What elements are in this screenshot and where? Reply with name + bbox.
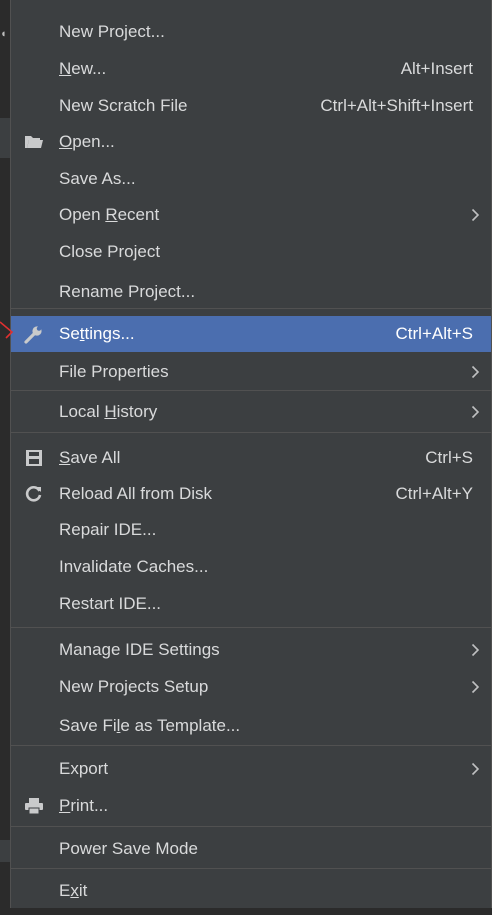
shortcut-hint: Ctrl+S <box>425 448 473 467</box>
menu-item-label: Save File as Template... <box>59 716 241 735</box>
chevron-right-icon <box>469 365 481 379</box>
menu-separator <box>11 868 491 869</box>
menu-item-restart-ide[interactable]: Restart IDE... <box>11 586 491 622</box>
menu-item-label: Open... <box>59 132 115 151</box>
menu-item-label: Power Save Mode <box>59 839 198 858</box>
shortcut-hint: Alt+Insert <box>400 59 473 78</box>
menu-item-file-properties[interactable]: File Properties <box>11 354 491 390</box>
menu-item-repair-ide[interactable]: Repair IDE... <box>11 512 491 548</box>
menu-item-export[interactable]: Export <box>11 751 491 787</box>
menu-item-save-file-as-template[interactable]: Save File as Template... <box>11 708 491 744</box>
menu-item-label: Invalidate Caches... <box>59 557 209 576</box>
chevron-right-icon <box>469 762 481 776</box>
menu-item-save-as[interactable]: Save As... <box>11 161 491 197</box>
menu-item-open[interactable]: Open... <box>11 124 491 160</box>
chevron-right-icon <box>469 208 481 222</box>
chevron-right-icon <box>469 680 481 694</box>
menu-item-settings[interactable]: Settings... Ctrl+Alt+S <box>11 316 491 352</box>
menu-item-label: Close Project <box>59 242 161 261</box>
menu-item-new-scratch-file[interactable]: New Scratch File Ctrl+Alt+Shift+Insert <box>11 88 491 124</box>
screenshot: ◖ New Project... New... Alt+Insert New Scra… <box>0 0 492 915</box>
folder-icon <box>23 131 45 153</box>
save-icon <box>23 447 45 469</box>
file-menu-dropdown: New Project... New... Alt+Insert New Scratc… <box>10 0 492 908</box>
menu-item-label: File Properties <box>59 362 169 381</box>
menu-separator <box>11 745 491 746</box>
wrench-icon <box>23 323 45 345</box>
chevron-right-icon <box>469 643 481 657</box>
menu-item-new-projects-setup[interactable]: New Projects Setup <box>11 669 491 705</box>
menu-item-open-recent[interactable]: Open Recent <box>11 197 491 233</box>
reload-icon <box>23 483 45 505</box>
menu-item-label: New... <box>59 59 107 78</box>
menu-item-rename-project[interactable]: Rename Project... <box>11 274 491 310</box>
shortcut-hint: Ctrl+Alt+Shift+Insert <box>320 96 473 115</box>
menu-separator <box>11 627 491 628</box>
shortcut-hint: Ctrl+Alt+Y <box>395 484 473 503</box>
menu-item-label: Open Recent <box>59 205 160 224</box>
background-panel <box>0 118 10 158</box>
menu-item-reload-all-from-disk[interactable]: Reload All from Disk Ctrl+Alt+Y <box>11 476 491 512</box>
menu-item-label: Local History <box>59 402 158 421</box>
menu-separator <box>11 826 491 827</box>
menu-item-label: Export <box>59 759 109 778</box>
menu-item-print[interactable]: Print... <box>11 788 491 824</box>
menu-item-label: Restart IDE... <box>59 594 162 613</box>
chevron-right-icon <box>469 405 481 419</box>
menu-item-label: Save All <box>59 448 121 467</box>
menu-item-label: New Projects Setup <box>59 677 209 696</box>
menu-item-label: Print... <box>59 796 109 815</box>
bottom-status-strip <box>0 908 492 915</box>
menu-item-new-project[interactable]: New Project... <box>11 14 491 50</box>
menu-item-local-history[interactable]: Local History <box>11 394 491 430</box>
menu-item-save-all[interactable]: Save All Ctrl+S <box>11 440 491 476</box>
menu-item-invalidate-caches[interactable]: Invalidate Caches... <box>11 549 491 585</box>
menu-item-label: Save As... <box>59 169 136 188</box>
menu-item-new[interactable]: New... Alt+Insert <box>11 51 491 87</box>
menu-item-label: Reload All from Disk <box>59 484 213 503</box>
menu-separator <box>11 432 491 433</box>
menu-item-label: New Scratch File <box>59 96 188 115</box>
print-icon <box>23 795 45 817</box>
menu-separator <box>11 390 491 391</box>
background-glyph: ◖ <box>0 28 7 40</box>
menu-item-power-save-mode[interactable]: Power Save Mode <box>11 831 491 867</box>
menu-item-label: Exit <box>59 881 88 900</box>
annotation-arrow <box>0 321 14 339</box>
shortcut-hint: Ctrl+Alt+S <box>395 324 473 343</box>
menu-top-edge <box>11 0 491 6</box>
menu-item-label: Rename Project... <box>59 282 196 301</box>
menu-item-label: New Project... <box>59 22 165 41</box>
menu-item-label: Repair IDE... <box>59 520 157 539</box>
menu-item-close-project[interactable]: Close Project <box>11 234 491 270</box>
menu-item-label: Settings... <box>59 324 135 343</box>
background-panel <box>0 840 10 862</box>
menu-item-manage-ide-settings[interactable]: Manage IDE Settings <box>11 632 491 668</box>
menu-item-label: Manage IDE Settings <box>59 640 220 659</box>
menu-item-exit[interactable]: Exit <box>11 873 491 909</box>
